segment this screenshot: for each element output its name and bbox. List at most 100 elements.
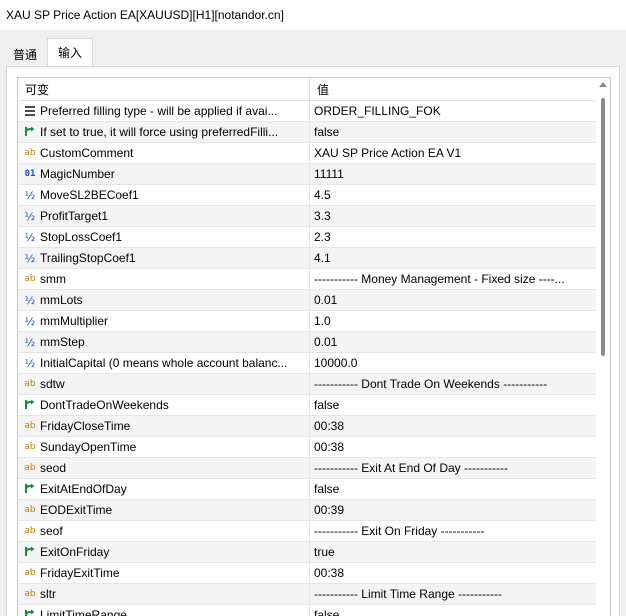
parameter-name: sdtw xyxy=(40,377,65,391)
parameter-name: StopLossCoef1 xyxy=(40,230,123,244)
scroll-up-arrow-icon[interactable] xyxy=(599,82,607,87)
scroll-thumb[interactable] xyxy=(601,98,605,356)
parameter-value-cell[interactable]: 11111 xyxy=(310,164,596,184)
table-row[interactable]: ½ mmLots 0.01 xyxy=(18,290,596,311)
parameter-name-cell[interactable]: ½ InitialCapital (0 means whole account b… xyxy=(18,353,310,373)
parameter-name-cell[interactable]: ½ StopLossCoef1 xyxy=(18,227,310,247)
parameter-name-cell[interactable]: ab sdtw xyxy=(18,374,310,394)
parameter-name-cell[interactable]: ½ TrailingStopCoef1 xyxy=(18,248,310,268)
table-row[interactable]: DontTradeOnWeekends false xyxy=(18,395,596,416)
table-row[interactable]: Preferred filling type - will be applied… xyxy=(18,101,596,122)
parameter-value-cell[interactable]: ----------- Dont Trade On Weekends -----… xyxy=(310,374,596,394)
string-type-icon: ab xyxy=(24,463,36,473)
table-row[interactable]: ab FridayCloseTime 00:38 xyxy=(18,416,596,437)
parameter-value-cell[interactable]: 2.3 xyxy=(310,227,596,247)
parameter-name-cell[interactable]: ab FridayCloseTime xyxy=(18,416,310,436)
vertical-scrollbar[interactable] xyxy=(596,78,610,616)
table-row[interactable]: ExitOnFriday true xyxy=(18,542,596,563)
parameter-name: FridayExitTime xyxy=(40,566,120,580)
parameter-name-cell[interactable]: ½ ProfitTarget1 xyxy=(18,206,310,226)
parameter-name-cell[interactable]: Preferred filling type - will be applied… xyxy=(18,101,310,121)
table-row[interactable]: If set to true, it will force using pref… xyxy=(18,122,596,143)
parameters-grid: 可变 值 Preferred filling type - will be ap… xyxy=(17,77,611,616)
table-row[interactable]: ab seof ----------- Exit On Friday -------… xyxy=(18,521,596,542)
parameter-name-cell[interactable]: ab seof xyxy=(18,521,310,541)
parameter-name-cell[interactable]: ½ mmLots xyxy=(18,290,310,310)
table-row[interactable]: ½ ProfitTarget1 3.3 xyxy=(18,206,596,227)
table-row[interactable]: ½ InitialCapital (0 means whole account b… xyxy=(18,353,596,374)
parameter-name-cell[interactable]: ab FridayExitTime xyxy=(18,563,310,583)
table-row[interactable]: ab EODExitTime 00:39 xyxy=(18,500,596,521)
parameter-name-cell[interactable]: ab smm xyxy=(18,269,310,289)
parameter-value-cell[interactable]: ----------- Exit On Friday ----------- xyxy=(310,521,596,541)
parameter-value-cell[interactable]: false xyxy=(310,479,596,499)
boolean-type-icon xyxy=(22,607,38,616)
parameter-name-cell[interactable]: ExitOnFriday xyxy=(18,542,310,562)
parameter-name-cell[interactable]: ab EODExitTime xyxy=(18,500,310,520)
parameter-value: 00:38 xyxy=(314,566,345,580)
table-row[interactable]: ab sdtw ----------- Dont Trade On Weekends… xyxy=(18,374,596,395)
parameter-value-cell[interactable]: 1.0 xyxy=(310,311,596,331)
table-row[interactable]: LimitTimeRange false xyxy=(18,605,596,616)
parameter-value: false xyxy=(314,608,340,616)
parameter-name: smm xyxy=(40,272,66,286)
parameter-value-cell[interactable]: 3.3 xyxy=(310,206,596,226)
parameter-name-cell[interactable]: LimitTimeRange xyxy=(18,605,310,616)
inputs-panel: 可变 值 Preferred filling type - will be ap… xyxy=(6,66,620,616)
table-row[interactable]: ½ mmStep 0.01 xyxy=(18,332,596,353)
tab-inputs[interactable]: 输入 xyxy=(47,38,94,66)
parameter-name: seof xyxy=(40,524,63,538)
parameter-name-cell[interactable]: ab SundayOpenTime xyxy=(18,437,310,457)
parameter-value-cell[interactable]: 4.5 xyxy=(310,185,596,205)
parameter-value-cell[interactable]: false xyxy=(310,122,596,142)
parameter-value-cell[interactable]: true xyxy=(310,542,596,562)
table-row[interactable]: ab smm ----------- Money Management - Fixe… xyxy=(18,269,596,290)
table-row[interactable]: ExitAtEndOfDay false xyxy=(18,479,596,500)
parameter-value-cell[interactable]: 10000.0 xyxy=(310,353,596,373)
parameter-value-cell[interactable]: 0.01 xyxy=(310,290,596,310)
parameter-name: FridayCloseTime xyxy=(40,419,131,433)
parameter-name-cell[interactable]: ab sltr xyxy=(18,584,310,604)
tab-general-label: 普通 xyxy=(13,47,38,62)
table-row[interactable]: ½ StopLossCoef1 2.3 xyxy=(18,227,596,248)
table-row[interactable]: ½ MoveSL2BECoef1 4.5 xyxy=(18,185,596,206)
parameter-value-cell[interactable]: 00:39 xyxy=(310,500,596,520)
parameter-name-cell[interactable]: If set to true, it will force using pref… xyxy=(18,122,310,142)
parameter-value-cell[interactable]: ORDER_FILLING_FOK xyxy=(310,101,596,121)
boolean-type-icon xyxy=(22,124,38,140)
column-header-value[interactable]: 值 xyxy=(310,78,596,101)
parameter-name-cell[interactable]: ½ mmMultiplier xyxy=(18,311,310,331)
parameter-value-cell[interactable]: false xyxy=(310,395,596,415)
parameter-value-cell[interactable]: ----------- Limit Time Range ----------- xyxy=(310,584,596,604)
parameter-name-cell[interactable]: ExitAtEndOfDay xyxy=(18,479,310,499)
parameter-value-cell[interactable]: XAU SP Price Action EA V1 xyxy=(310,143,596,163)
table-row[interactable]: 01 MagicNumber 11111 xyxy=(18,164,596,185)
table-row[interactable]: ½ mmMultiplier 1.0 xyxy=(18,311,596,332)
table-row[interactable]: ab sltr ----------- Limit Time Range -----… xyxy=(18,584,596,605)
table-row[interactable]: ab SundayOpenTime 00:38 xyxy=(18,437,596,458)
table-row[interactable]: ab FridayExitTime 00:38 xyxy=(18,563,596,584)
parameter-name-cell[interactable]: ab seod xyxy=(18,458,310,478)
column-header-variable[interactable]: 可变 xyxy=(18,78,310,101)
parameter-name-cell[interactable]: ab CustomComment xyxy=(18,143,310,163)
table-row[interactable]: ab seod ----------- Exit At End Of Day ---… xyxy=(18,458,596,479)
parameter-value-cell[interactable]: 4.1 xyxy=(310,248,596,268)
parameter-name: mmLots xyxy=(40,293,83,307)
parameter-value-cell[interactable]: 00:38 xyxy=(310,563,596,583)
parameter-name-cell[interactable]: DontTradeOnWeekends xyxy=(18,395,310,415)
parameter-value-cell[interactable]: 0.01 xyxy=(310,332,596,352)
parameter-value-cell[interactable]: ----------- Exit At End Of Day ---------… xyxy=(310,458,596,478)
tab-general[interactable]: 普通 xyxy=(2,42,48,66)
parameter-name-cell[interactable]: 01 MagicNumber xyxy=(18,164,310,184)
parameter-value-cell[interactable]: 00:38 xyxy=(310,416,596,436)
table-row[interactable]: ½ TrailingStopCoef1 4.1 xyxy=(18,248,596,269)
parameter-name: ExitAtEndOfDay xyxy=(40,482,127,496)
parameter-value-cell[interactable]: false xyxy=(310,605,596,616)
parameter-name-cell[interactable]: ½ mmStep xyxy=(18,332,310,352)
parameter-value-cell[interactable]: 00:38 xyxy=(310,437,596,457)
parameter-value-cell[interactable]: ----------- Money Management - Fixed siz… xyxy=(310,269,596,289)
table-row[interactable]: ab CustomComment XAU SP Price Action EA V1 xyxy=(18,143,596,164)
parameter-name-cell[interactable]: ½ MoveSL2BECoef1 xyxy=(18,185,310,205)
string-type-icon: ab xyxy=(24,526,36,536)
parameter-name: ProfitTarget1 xyxy=(40,209,109,223)
